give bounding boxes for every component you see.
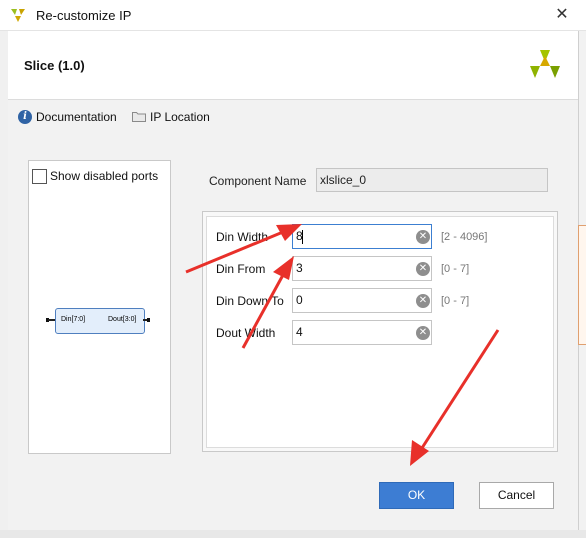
show-disabled-ports-label: Show disabled ports [50,169,159,183]
background-left [0,30,8,538]
dout-width-clear-icon[interactable]: ✕ [416,326,430,340]
background-block [578,225,586,345]
din-down-to-clear-icon[interactable]: ✕ [416,294,430,308]
close-icon[interactable]: ✕ [553,6,571,24]
text-cursor [302,230,303,244]
ok-button[interactable]: OK [379,482,454,509]
documentation-link[interactable]: Documentation [36,110,117,124]
din-down-to-input[interactable]: 0 [292,288,432,313]
dout-width-input[interactable]: 4 [292,320,432,345]
cancel-button[interactable]: Cancel [479,482,554,509]
din-width-clear-icon[interactable]: ✕ [416,230,430,244]
ip-title: Slice (1.0) [24,58,85,73]
component-name-label: Component Name [209,174,307,188]
din-from-label: Din From [216,262,266,276]
bottom-strip [0,530,586,538]
din-down-to-range: [0 - 7] [441,295,470,307]
input-port-label: Din[7:0] [61,316,86,323]
dout-width-label: Dout Width [216,326,276,340]
app-logo-icon [11,9,25,22]
folder-icon [132,112,146,122]
din-width-input[interactable]: 8 [292,224,432,249]
din-from-range: [0 - 7] [441,263,470,275]
ip-location-link[interactable]: IP Location [150,110,210,124]
din-width-range: [2 - 4096] [441,231,488,243]
din-down-to-label: Din Down To [216,294,284,308]
window-title: Re-customize IP [36,8,132,23]
component-name-field[interactable]: xlslice_0 [316,168,548,192]
symbol-panel [28,160,171,454]
info-icon: i [18,110,32,124]
show-disabled-ports-checkbox[interactable] [32,169,47,184]
output-port-pin [147,318,150,322]
din-width-label: Din Width [216,230,269,244]
din-from-clear-icon[interactable]: ✕ [416,262,430,276]
dialog-header [8,31,578,99]
output-port-label: Dout[3:0] [108,316,137,323]
din-from-input[interactable]: 3 [292,256,432,281]
brand-logo-icon [530,50,560,78]
